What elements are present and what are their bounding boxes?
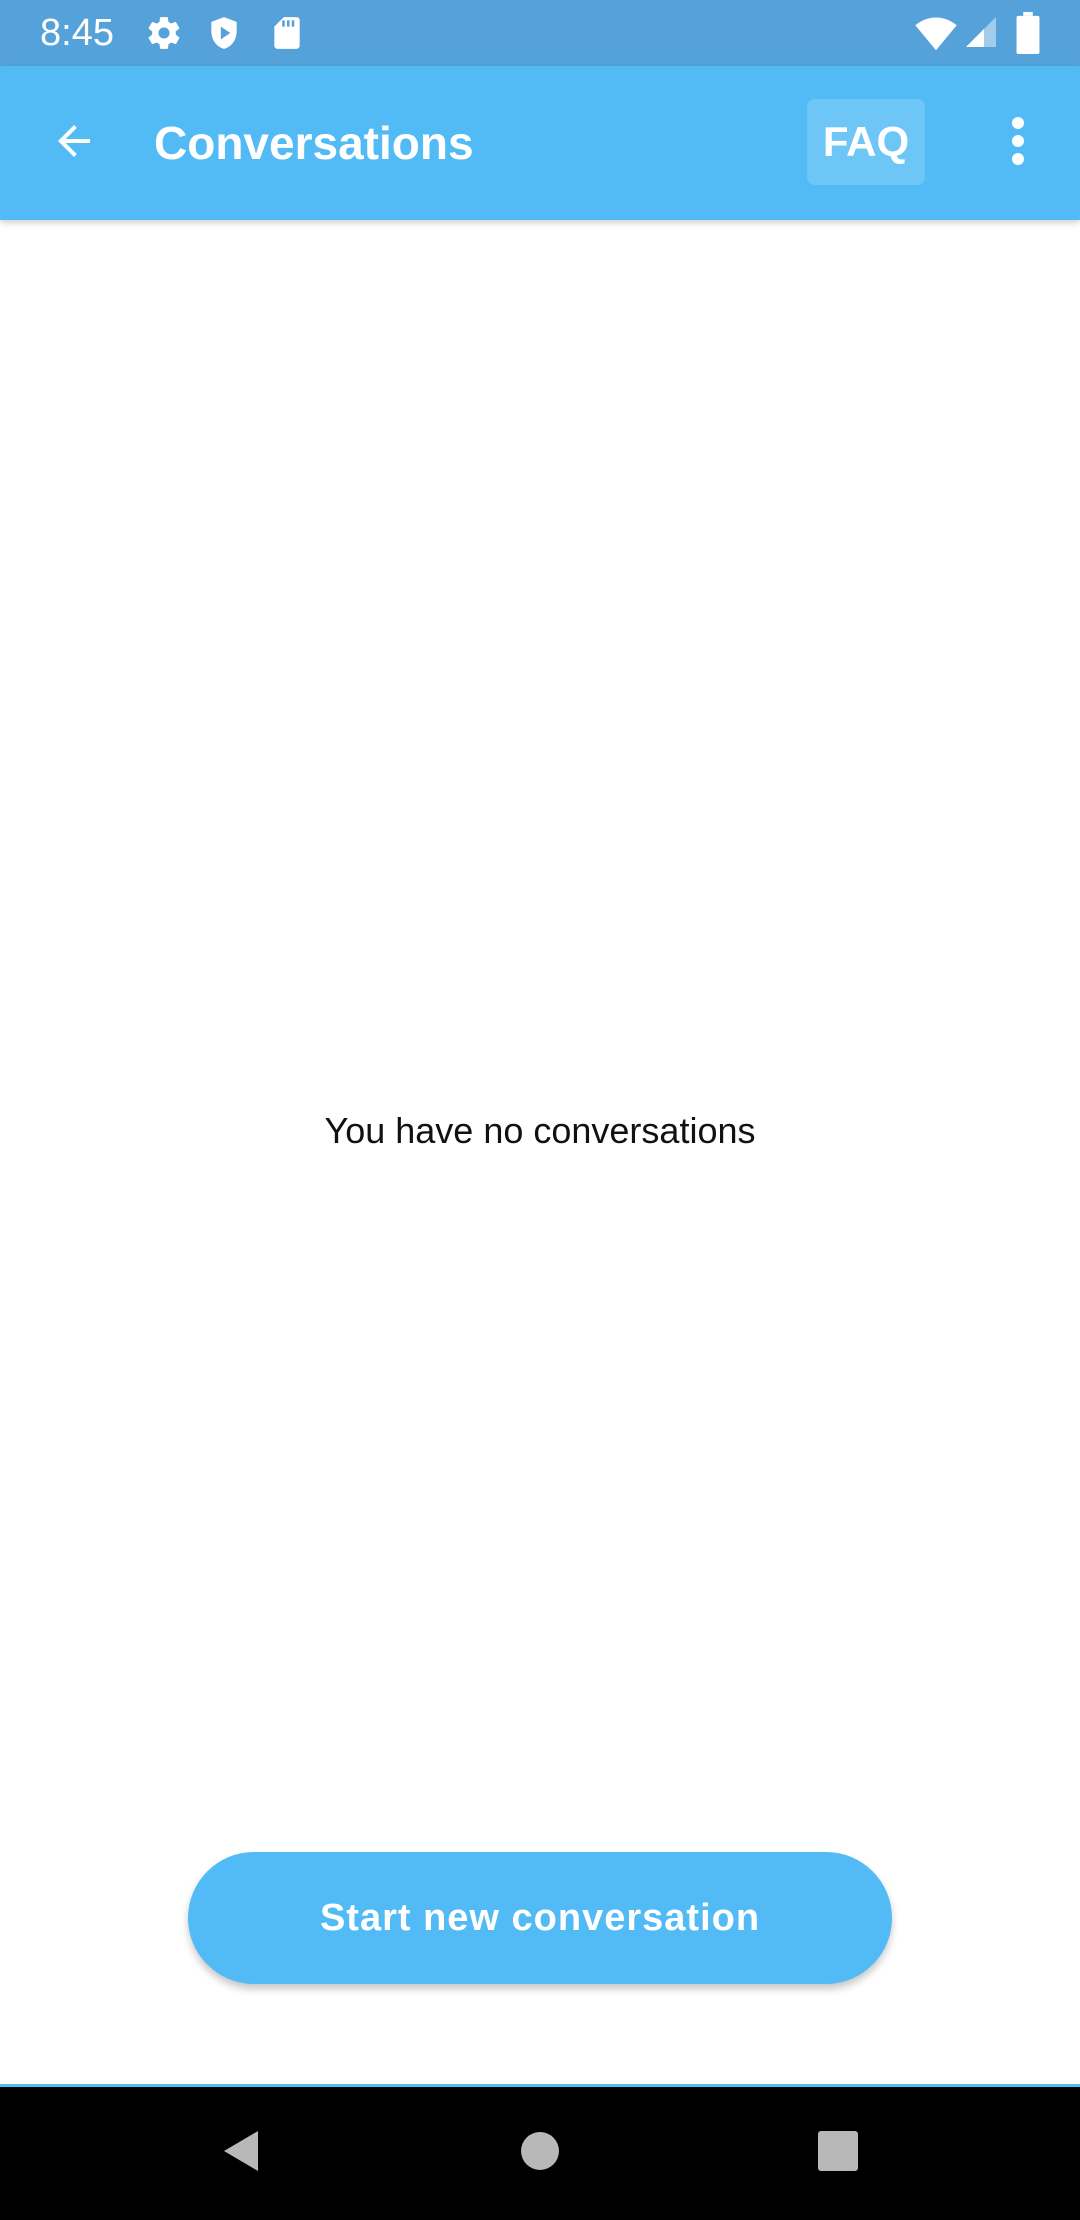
page-title: Conversations (154, 117, 474, 169)
battery-icon (1016, 12, 1040, 54)
screen: 8:45 Conversations FAQ You have no conve… (0, 0, 1080, 2220)
empty-state-message: You have no conversations (324, 1110, 756, 1151)
nav-home-button[interactable] (504, 2117, 576, 2189)
gear-icon (145, 14, 183, 52)
nav-home-icon (520, 2131, 560, 2176)
overflow-menu-button[interactable] (990, 105, 1046, 181)
navigation-bar (0, 2087, 1080, 2220)
arrow-back-icon (50, 117, 98, 170)
nav-recents-icon (817, 2130, 859, 2177)
more-vert-icon (1011, 116, 1025, 171)
signal-icon (963, 14, 999, 50)
shield-play-icon (205, 14, 243, 52)
sd-card-icon (268, 14, 306, 52)
app-bar: Conversations FAQ (0, 66, 1080, 220)
faq-button[interactable]: FAQ (807, 99, 925, 185)
nav-back-button[interactable] (204, 2117, 276, 2189)
wifi-icon (915, 14, 957, 52)
back-button[interactable] (36, 105, 112, 181)
status-bar: 8:45 (0, 0, 1080, 66)
status-time: 8:45 (40, 12, 114, 54)
nav-recents-button[interactable] (802, 2117, 874, 2189)
nav-back-icon (218, 2127, 262, 2180)
start-new-conversation-button[interactable]: Start new conversation (188, 1852, 892, 1984)
